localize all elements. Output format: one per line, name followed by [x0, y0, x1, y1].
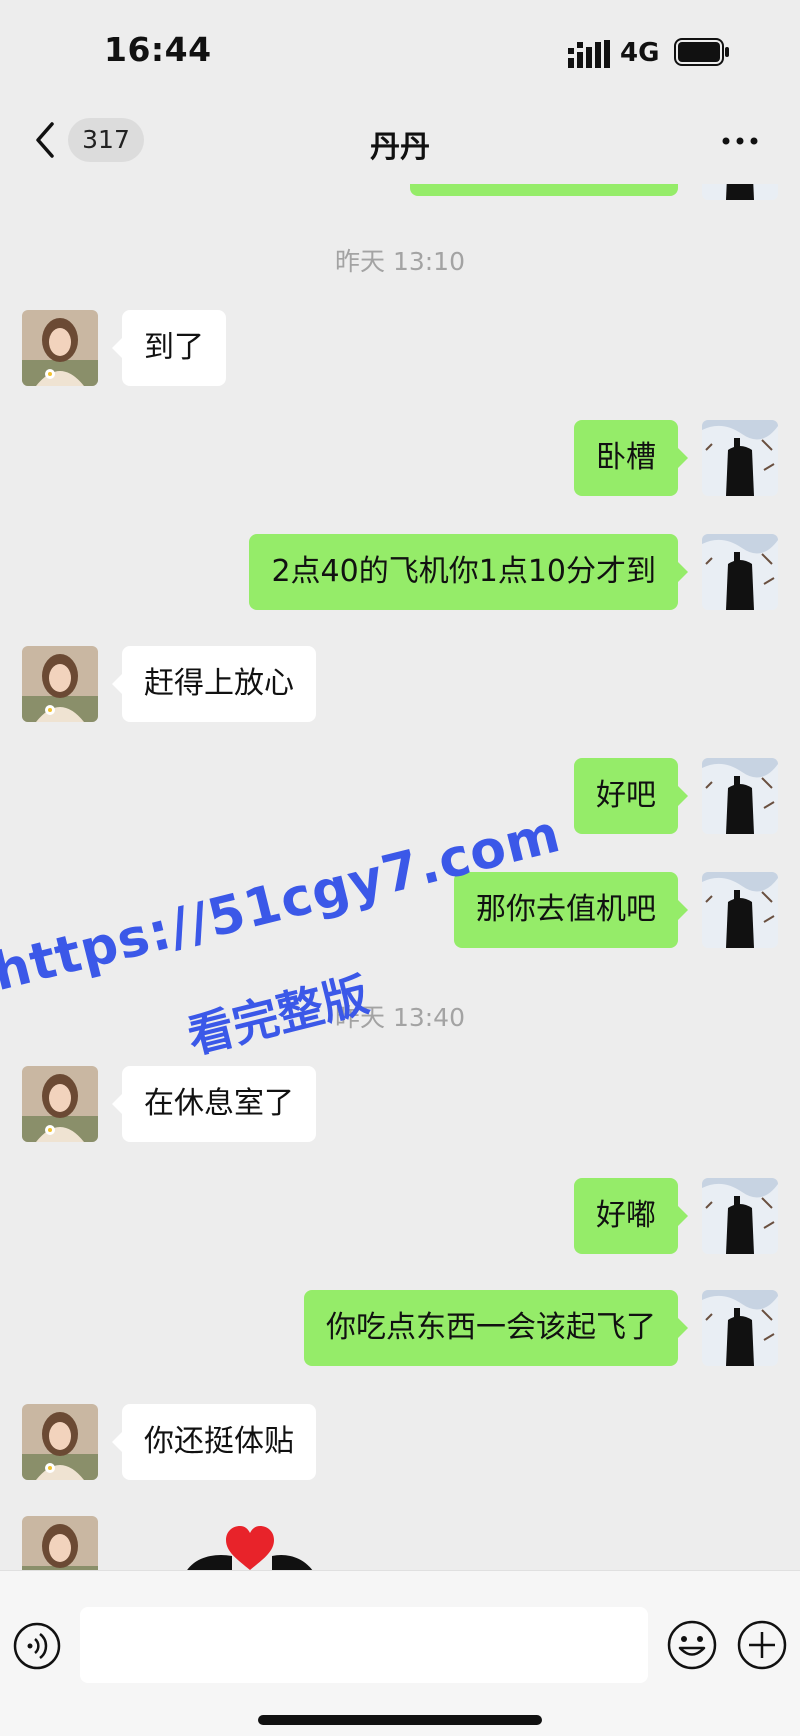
plus-icon[interactable] — [736, 1619, 788, 1671]
my-avatar[interactable] — [702, 184, 778, 200]
status-bar: 16:44 4G — [0, 0, 800, 100]
previous-outgoing-bubble[interactable] — [410, 184, 678, 196]
message-input[interactable] — [80, 1607, 648, 1683]
status-time: 16:44 — [104, 30, 212, 69]
my-avatar[interactable] — [702, 1178, 778, 1254]
outgoing-bubble[interactable]: 2点40的飞机你1点10分才到 — [249, 534, 688, 610]
input-bar — [0, 1570, 800, 1736]
message-list[interactable]: 昨天 13:10 到了 卧槽 2点40的飞机你1点10分才到 赶得上放心 好吧 — [0, 184, 800, 1570]
outgoing-bubble[interactable]: 那你去值机吧 — [454, 872, 688, 948]
emoji-icon[interactable] — [666, 1619, 718, 1671]
outgoing-bubble[interactable]: 你吃点东西一会该起飞了 — [304, 1290, 688, 1366]
my-avatar[interactable] — [702, 1290, 778, 1366]
chat-screen: 16:44 4G 317 丹丹 昨天 13:10 到了 卧槽 2点40的飞机你1… — [0, 0, 800, 1736]
network-type: 4G — [620, 38, 660, 68]
my-avatar[interactable] — [702, 872, 778, 948]
contact-avatar[interactable] — [22, 310, 98, 386]
outgoing-bubble[interactable]: 好吧 — [574, 758, 688, 834]
timestamp: 昨天 13:10 — [335, 247, 465, 276]
battery-icon — [674, 38, 729, 66]
outgoing-bubble[interactable]: 好嘟 — [574, 1178, 688, 1254]
my-avatar[interactable] — [702, 420, 778, 496]
incoming-bubble[interactable]: 赶得上放心 — [112, 646, 316, 722]
incoming-bubble[interactable]: 你还挺体贴 — [112, 1404, 316, 1480]
incoming-bubble[interactable]: 到了 — [112, 310, 226, 386]
voice-icon[interactable] — [12, 1621, 62, 1671]
chat-header: 317 丹丹 — [0, 100, 800, 184]
outgoing-bubble[interactable]: 卧槽 — [574, 420, 688, 496]
signal-bars-icon — [568, 40, 610, 68]
timestamp: 昨天 13:40 — [335, 1003, 465, 1032]
contact-avatar[interactable] — [22, 646, 98, 722]
more-dots-icon[interactable] — [720, 126, 760, 156]
my-avatar[interactable] — [702, 758, 778, 834]
contact-avatar[interactable] — [22, 1516, 98, 1570]
my-avatar[interactable] — [702, 534, 778, 610]
incoming-bubble[interactable]: 在休息室了 — [112, 1066, 316, 1142]
home-indicator[interactable] — [258, 1715, 542, 1725]
contact-avatar[interactable] — [22, 1066, 98, 1142]
contact-avatar[interactable] — [22, 1404, 98, 1480]
chat-title: 丹丹 — [370, 130, 430, 165]
heart-sticker[interactable] — [180, 1516, 320, 1570]
